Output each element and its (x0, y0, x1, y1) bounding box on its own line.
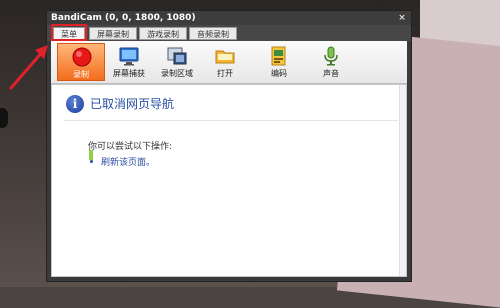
toolbar-screenshot-label: 屏幕捕获 (113, 69, 145, 78)
toolbar-open-button[interactable]: 打开 (201, 43, 249, 81)
tab-game-record[interactable]: 游戏录制 (139, 27, 187, 40)
desktop-object (0, 108, 8, 128)
app-window: BandiCam (0, 0, 1800, 1080) × 菜单 屏幕录制 游戏… (46, 10, 412, 282)
toolbar-encode-button[interactable]: 编码 (255, 43, 303, 81)
toolbar-region-label: 录制区域 (161, 69, 193, 78)
info-icon: i (66, 95, 84, 113)
record-icon (72, 47, 92, 67)
tab-bar: 菜单 屏幕录制 游戏录制 音频录制 (47, 25, 411, 41)
navigation-cancelled-title: 已取消网页导航 (90, 97, 175, 111)
folder-icon (215, 50, 235, 64)
scrollbar[interactable] (399, 85, 406, 276)
toolbar-open-label: 打开 (217, 69, 233, 78)
toolbar-sound-button[interactable]: 声音 (307, 43, 355, 81)
tab-screen-record[interactable]: 屏幕录制 (89, 27, 137, 40)
toolbar-record-button[interactable]: 录制 (57, 43, 105, 81)
monitor-icon (119, 47, 139, 66)
browser-content: i 已取消网页导航 你可以尝试以下操作: 刷新该页面。 (51, 84, 407, 277)
annotation-highlight-box (51, 24, 87, 41)
divider (64, 120, 398, 121)
annotation-arrow-icon (9, 45, 48, 90)
suggestion-text: 你可以尝试以下操作: (88, 142, 173, 152)
mouse-cursor-icon (89, 150, 93, 160)
toolbar-encode-label: 编码 (271, 69, 287, 78)
toolbar-record-label: 录制 (73, 70, 89, 79)
toolbar-region-button[interactable]: 录制区域 (153, 43, 201, 81)
tab-audio-record[interactable]: 音频录制 (189, 27, 237, 40)
region-icon (167, 47, 187, 65)
window-title: BandiCam (0, 0, 1800, 1080) (51, 13, 196, 23)
encode-icon (271, 46, 286, 66)
toolbar: 录制 屏幕捕获 录制区域 打开 编码 声音 (51, 41, 407, 84)
toolbar-screenshot-button[interactable]: 屏幕捕获 (105, 43, 153, 81)
microphone-icon (324, 46, 338, 66)
close-icon[interactable]: × (397, 11, 407, 25)
bullet-icon (90, 160, 93, 163)
refresh-page-link[interactable]: 刷新该页面。 (101, 155, 155, 168)
toolbar-sound-label: 声音 (323, 69, 339, 78)
title-bar[interactable]: BandiCam (0, 0, 1800, 1080) × (47, 11, 411, 25)
